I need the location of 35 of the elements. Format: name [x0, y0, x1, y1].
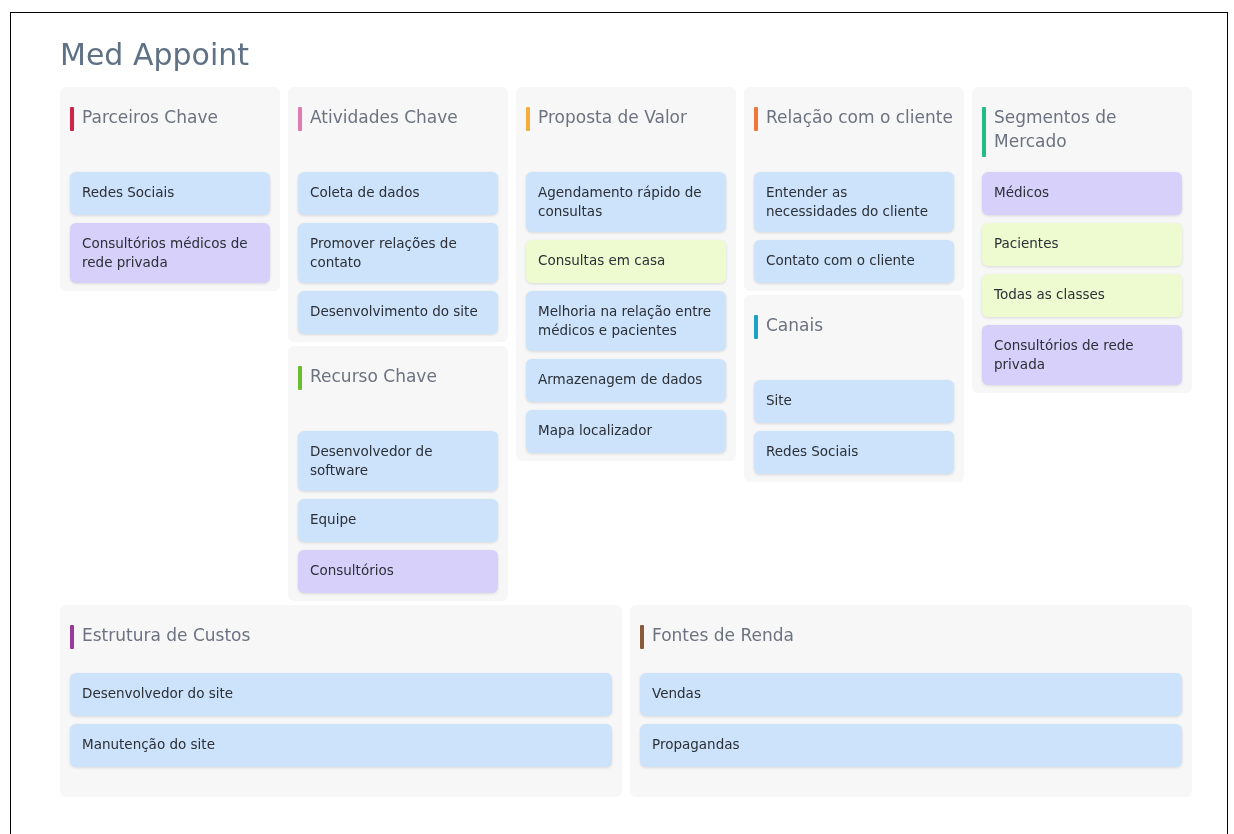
sticky-note[interactable]: Médicos	[982, 172, 1182, 215]
section-heading: Proposta de Valor	[538, 106, 687, 129]
section-heading: Fontes de Renda	[652, 624, 794, 647]
sticky-note[interactable]: Promover relações de contato	[298, 223, 498, 283]
sticky-note[interactable]: Vendas	[640, 673, 1182, 716]
sticky-note[interactable]: Consultórios	[298, 550, 498, 593]
sticky-note[interactable]: Consultórios de rede privada	[982, 325, 1182, 385]
section-heading: Atividades Chave	[310, 106, 458, 129]
sticky-note[interactable]: Entender as necessidades do cliente	[754, 172, 954, 232]
sticky-note[interactable]: Desenvolvimento do site	[298, 291, 498, 334]
sticky-note[interactable]: Agendamento rápido de consultas	[526, 172, 726, 232]
sticky-note[interactable]: Site	[754, 380, 954, 423]
sticky-note[interactable]: Contato com o cliente	[754, 240, 954, 283]
sticky-note[interactable]: Manutenção do site	[70, 724, 612, 767]
section-heading: Segmentos de Mercado	[994, 106, 1118, 153]
sticky-note[interactable]: Pacientes	[982, 223, 1182, 266]
section-heading: Estrutura de Custos	[82, 624, 251, 647]
section-heading: Recurso Chave	[310, 365, 437, 388]
sticky-note[interactable]: Mapa localizador	[526, 410, 726, 453]
sticky-note[interactable]: Propagandas	[640, 724, 1182, 767]
section-heading: Relação com o cliente	[766, 106, 953, 129]
sticky-note[interactable]: Armazenagem de dados	[526, 359, 726, 402]
board-title: Med Appoint	[60, 36, 250, 74]
sticky-note[interactable]: Desenvolvedor de software	[298, 431, 498, 491]
sticky-note[interactable]: Redes Sociais	[754, 431, 954, 474]
sticky-note[interactable]: Consultas em casa	[526, 240, 726, 283]
sticky-note[interactable]: Redes Sociais	[70, 172, 270, 215]
sticky-note[interactable]: Equipe	[298, 499, 498, 542]
sticky-note[interactable]: Desenvolvedor do site	[70, 673, 612, 716]
sticky-note[interactable]: Todas as classes	[982, 274, 1182, 317]
section-heading: Canais	[766, 314, 824, 337]
sticky-note[interactable]: Consultórios médicos de rede privada	[70, 223, 270, 283]
sticky-note[interactable]: Coleta de dados	[298, 172, 498, 215]
section-heading: Parceiros Chave	[82, 106, 218, 129]
sticky-note[interactable]: Melhoria na relação entre médicos e pacientes	[526, 291, 726, 351]
